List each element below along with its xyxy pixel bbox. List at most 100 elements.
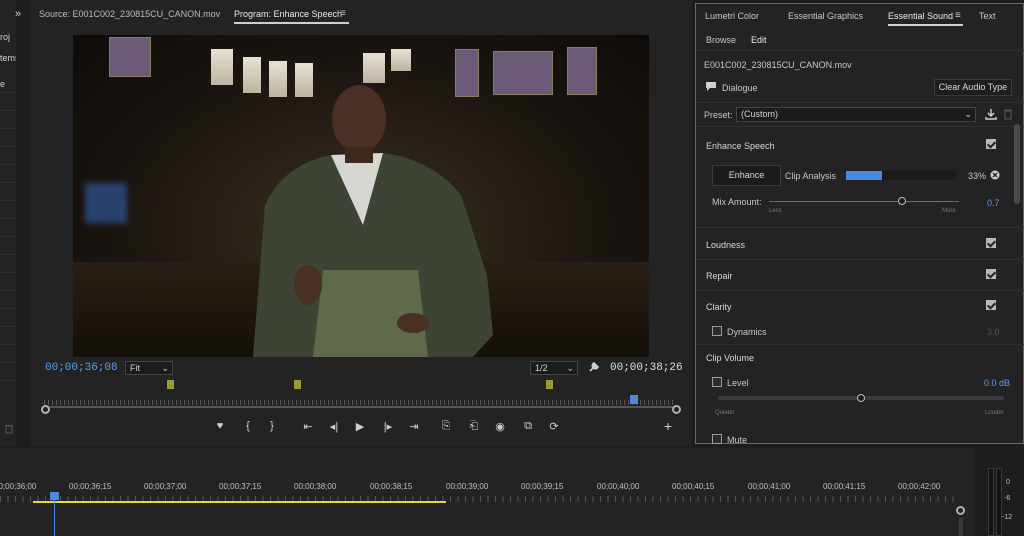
loudness-checkbox[interactable] [986,238,996,248]
level-quieter-label: Quieter [715,410,735,416]
clip-marker[interactable] [294,380,301,389]
project-rows [0,92,16,398]
panel-menu-icon[interactable]: ≡ [955,10,961,21]
collapse-icon[interactable]: » [15,8,21,20]
analysis-progress-fill [846,171,883,180]
step-forward-button[interactable]: |▸ [380,420,396,433]
timeline-label: 00;00;38;00 [294,482,337,491]
clarity-checkbox[interactable] [986,300,996,310]
tab-essential-sound[interactable]: Essential Sound [888,11,953,21]
timeline-label: 00;00;39;15 [521,482,564,491]
enhance-button[interactable]: Enhance [712,165,781,186]
tab-source[interactable]: Source: E001C002_230815CU_CANON.mov [39,9,220,19]
mute-checkbox[interactable] [712,434,722,444]
clarity-title[interactable]: Clarity [706,302,732,312]
mark-out-button[interactable]: } [264,420,280,432]
level-value[interactable]: 0.0 dB [984,378,1010,388]
mix-less-label: Less [769,208,782,214]
step-back-button[interactable]: ◂| [326,420,342,433]
timeline-label: 00;00;40;15 [672,482,715,491]
clear-audio-type-button[interactable]: Clear Audio Type [934,79,1012,96]
level-knob[interactable] [857,394,865,402]
menu-icon[interactable]: ≡ [340,8,346,19]
proxy-toggle-button[interactable]: ⟳ [546,420,562,433]
mix-amount-label: Mix Amount: [712,197,762,207]
audio-type-label: Dialogue [722,83,758,93]
comparison-view-button[interactable]: ⧉ [520,420,536,433]
level-checkbox[interactable] [712,377,722,387]
analysis-progress-bar [846,171,956,180]
tab-program[interactable]: Program: Enhance Speech [234,9,342,19]
project-label: roj [0,32,11,42]
ruler-end-handle[interactable] [672,405,681,414]
timeline-scrollbar[interactable] [959,518,963,536]
loudness-title[interactable]: Loudness [706,240,745,250]
dialogue-icon [706,82,716,91]
add-marker-button[interactable]: ♥ [212,420,228,432]
timeline-label: 00;00;41;00 [748,482,791,491]
go-to-in-button[interactable]: ⇤ [300,420,316,433]
tab-text[interactable]: Text [979,11,996,21]
name-column-label[interactable]: e [0,79,5,89]
ruler-ticks [44,400,676,405]
panel-scrollbar[interactable] [1014,124,1020,204]
repair-checkbox[interactable] [986,269,996,279]
go-to-out-button[interactable]: ⇥ [406,420,422,433]
tab-lumetri-color[interactable]: Lumetri Color [705,11,759,21]
monitor-playhead[interactable] [630,395,638,404]
timeline-label: 00;00;37;00 [144,482,187,491]
timeline-label: 00;00;41;15 [823,482,866,491]
timeline-label: 00;00;40;00 [597,482,640,491]
meter-label: 0 [1006,479,1010,486]
resolution-dropdown[interactable]: 1/2 ⌄ [530,361,578,375]
save-preset-icon[interactable] [985,108,997,120]
program-video-frame[interactable] [73,35,649,357]
mix-amount-value[interactable]: 0.7 [987,198,1000,208]
tab-essential-graphics[interactable]: Essential Graphics [788,11,863,21]
duration-timecode: 00;00;38;26 [610,362,683,374]
ruler-start-handle[interactable] [41,405,50,414]
in-out-range[interactable] [33,501,446,503]
mix-amount-slider[interactable] [769,201,959,202]
extract-button[interactable]: ⎗ [466,420,482,433]
meter-label: -6 [1004,495,1011,502]
dynamics-checkbox[interactable] [712,326,722,336]
add-button[interactable]: + [660,418,676,434]
zoom-dropdown[interactable]: Fit ⌄ [125,361,173,375]
subtab-browse[interactable]: Browse [706,35,736,45]
mix-amount-knob[interactable] [898,197,906,205]
trash-icon[interactable] [4,424,14,434]
timeline-playhead[interactable] [50,492,59,500]
playhead-line [54,500,55,536]
meter-label: -12 [1002,514,1013,521]
analysis-percent: 33% [968,171,987,181]
essential-sound-panel: Lumetri Color Essential Graphics Essenti… [695,3,1024,445]
cancel-analysis-icon[interactable] [990,170,1000,180]
clip-name: E001C002_230815CU_CANON.mov [704,60,852,70]
subtab-edit[interactable]: Edit [751,35,767,45]
items-label: tems [0,53,16,63]
monitor-tabs: Source: E001C002_230815CU_CANON.mov Prog… [30,0,692,28]
clip-marker[interactable] [546,380,553,389]
play-button[interactable]: ▶ [352,420,368,433]
enhance-speech-checkbox[interactable] [986,139,996,149]
mark-in-button[interactable]: { [240,420,256,432]
meter-left-channel [988,468,994,536]
timeline-label: 00;00;42;00 [898,482,941,491]
audio-meters: 0 -6 -12 [978,448,1024,536]
transport-controls: ♥ { } ⇤ ◂| ▶ |▸ ⇥ ⎘ ⎗ ◉ ⧉ ⟳ + [30,418,692,438]
dynamics-label: Dynamics [727,327,767,337]
export-frame-button[interactable]: ◉ [492,420,508,433]
lift-button[interactable]: ⎘ [438,420,454,433]
repair-title[interactable]: Repair [706,271,733,281]
clip-marker[interactable] [167,380,174,389]
project-panel: roj tems e [0,0,16,446]
timeline-zoom-handle[interactable] [956,506,965,515]
wrench-icon[interactable] [588,361,600,373]
delete-preset-icon[interactable] [1003,108,1013,120]
timeline-label: 00;00;38;15 [370,482,413,491]
current-timecode[interactable]: 00;00;36;08 [45,362,118,374]
preset-dropdown[interactable]: (Custom) ⌄ [736,107,976,122]
enhance-speech-title[interactable]: Enhance Speech [706,141,775,151]
dynamics-value: 3.0 [987,327,1000,337]
